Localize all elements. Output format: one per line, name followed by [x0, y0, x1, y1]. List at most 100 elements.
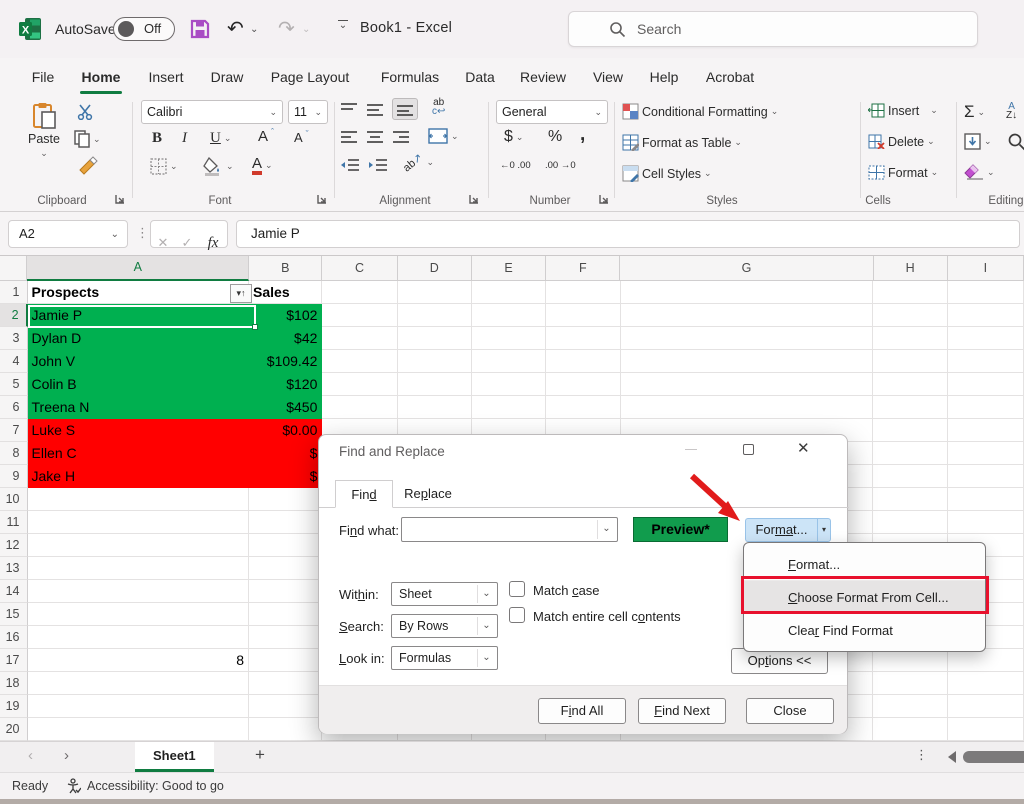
cell-B9[interactable]: $ — [249, 465, 322, 488]
close-button[interactable]: Close — [746, 698, 834, 724]
cell-B6[interactable]: $450 — [249, 396, 322, 419]
cell-H2[interactable] — [873, 304, 947, 327]
ribbon-tab-draw[interactable]: Draw — [203, 64, 251, 90]
cell-A19[interactable] — [28, 695, 250, 718]
cell-A10[interactable] — [28, 488, 250, 511]
row-header-1[interactable]: 1 — [0, 281, 28, 304]
cell-B5[interactable]: $120 — [249, 373, 322, 396]
ribbon-tab-acrobat[interactable]: Acrobat — [697, 64, 763, 90]
row-header-11[interactable]: 11 — [0, 511, 28, 534]
cell-A9[interactable]: Jake H — [28, 465, 250, 488]
redo-icon[interactable]: ↷ — [278, 16, 295, 41]
cell-A6[interactable]: Treena N — [28, 396, 250, 419]
insert-cells-button[interactable]: Insert⌄ — [868, 103, 938, 118]
cell-B1[interactable]: Sales — [249, 281, 322, 304]
clear-button[interactable]: ⌄ — [964, 164, 995, 180]
row-header-3[interactable]: 3 — [0, 327, 28, 350]
tab-find[interactable]: Find — [335, 480, 393, 508]
column-header-e[interactable]: E — [472, 256, 546, 281]
font-name-combo[interactable]: Calibri⌄ — [141, 100, 283, 124]
row-header-15[interactable]: 15 — [0, 603, 28, 626]
paste-button[interactable]: Paste ⌄ — [28, 102, 60, 159]
cell-A15[interactable] — [28, 603, 250, 626]
tab-replace[interactable]: Replace — [395, 480, 461, 508]
within-select[interactable]: Sheet⌄ — [391, 582, 498, 606]
cell-C2[interactable] — [322, 304, 397, 327]
cell-I2[interactable] — [948, 304, 1024, 327]
cell-B4[interactable]: $109.42 — [249, 350, 322, 373]
cell-F2[interactable] — [546, 304, 620, 327]
cell-H8[interactable] — [873, 442, 947, 465]
ribbon-tab-data[interactable]: Data — [457, 64, 503, 90]
cell-A17[interactable]: 8 — [28, 649, 250, 672]
copy-button[interactable]: ⌄ — [74, 130, 101, 148]
cell-H9[interactable] — [873, 465, 947, 488]
ribbon-tab-insert[interactable]: Insert — [140, 64, 192, 90]
row-header-4[interactable]: 4 — [0, 350, 28, 373]
cell-I5[interactable] — [948, 373, 1024, 396]
cell-B3[interactable]: $42 — [249, 327, 322, 350]
conditional-formatting-button[interactable]: Conditional Formatting⌄ — [622, 103, 778, 120]
cell-B7[interactable]: $0.00 — [249, 419, 322, 442]
select-all-corner[interactable] — [0, 256, 27, 281]
search-select[interactable]: By Rows⌄ — [391, 614, 498, 638]
cell-A14[interactable] — [28, 580, 250, 603]
format-button[interactable]: Format... — [745, 518, 817, 542]
format-painter-button[interactable] — [78, 156, 98, 176]
chevron-down-icon[interactable]: ⌄ — [477, 585, 495, 603]
cell-A4[interactable]: John V — [28, 350, 250, 373]
decrease-indent-button[interactable] — [340, 158, 360, 172]
find-all-button[interactable]: Find All — [538, 698, 626, 724]
autosave-toggle[interactable]: Off — [113, 17, 175, 41]
cell-A18[interactable] — [28, 672, 250, 695]
cell-A16[interactable] — [28, 626, 250, 649]
column-header-a[interactable]: A — [27, 256, 249, 281]
bold-button[interactable]: B — [152, 130, 162, 147]
cell-B17[interactable] — [249, 649, 322, 672]
enter-icon[interactable]: ✓ — [175, 229, 199, 257]
cell-B18[interactable] — [249, 672, 322, 695]
next-sheet-icon[interactable]: › — [64, 747, 69, 764]
find-select-icon[interactable] — [1008, 133, 1024, 151]
row-header-13[interactable]: 13 — [0, 557, 28, 580]
close-icon[interactable]: ✕ — [797, 439, 810, 457]
cell-F1[interactable] — [546, 281, 620, 304]
match-case-checkbox[interactable] — [509, 581, 525, 597]
accessibility-status[interactable]: Accessibility: Good to go — [66, 778, 224, 794]
cut-button[interactable] — [76, 104, 94, 120]
column-header-d[interactable]: D — [398, 256, 472, 281]
search-box[interactable]: Search — [568, 11, 978, 47]
row-header-8[interactable]: 8 — [0, 442, 28, 465]
cell-A7[interactable]: Luke S — [28, 419, 250, 442]
number-format-combo[interactable]: General⌄ — [496, 100, 608, 124]
align-left-button[interactable] — [340, 130, 358, 144]
cell-I10[interactable] — [948, 488, 1024, 511]
cell-I4[interactable] — [948, 350, 1024, 373]
cell-H1[interactable] — [873, 281, 947, 304]
redo-dropdown-icon[interactable]: ⌄ — [302, 24, 310, 35]
cell-styles-button[interactable]: Cell Styles⌄ — [622, 165, 712, 182]
cell-F4[interactable] — [546, 350, 620, 373]
row-header-6[interactable]: 6 — [0, 396, 28, 419]
name-box-dropdown-icon[interactable]: ⌄ — [111, 221, 119, 249]
increase-font-button[interactable]: Aˆ — [258, 128, 274, 145]
chevron-down-icon[interactable]: ⌄ — [477, 649, 495, 667]
cell-B10[interactable] — [249, 488, 322, 511]
cell-A12[interactable] — [28, 534, 250, 557]
cell-B15[interactable] — [249, 603, 322, 626]
row-header-7[interactable]: 7 — [0, 419, 28, 442]
ribbon-tab-view[interactable]: View — [584, 64, 632, 90]
font-dialog-launcher-icon[interactable] — [316, 193, 328, 205]
cell-E2[interactable] — [472, 304, 546, 327]
scrollbar-resize-handle[interactable]: ⋮ — [915, 747, 929, 763]
cell-D3[interactable] — [398, 327, 472, 350]
ribbon-tab-file[interactable]: File — [23, 64, 63, 90]
cell-F5[interactable] — [546, 373, 620, 396]
match-entire-checkbox[interactable] — [509, 607, 525, 623]
cell-I19[interactable] — [948, 695, 1024, 718]
row-header-17[interactable]: 17 — [0, 649, 28, 672]
sort-filter-button[interactable]: AZ↓ — [1006, 102, 1017, 120]
autosum-button[interactable]: Σ⌄ — [964, 102, 985, 122]
cell-I17[interactable] — [948, 649, 1024, 672]
underline-button[interactable]: U ⌄ — [210, 130, 231, 147]
